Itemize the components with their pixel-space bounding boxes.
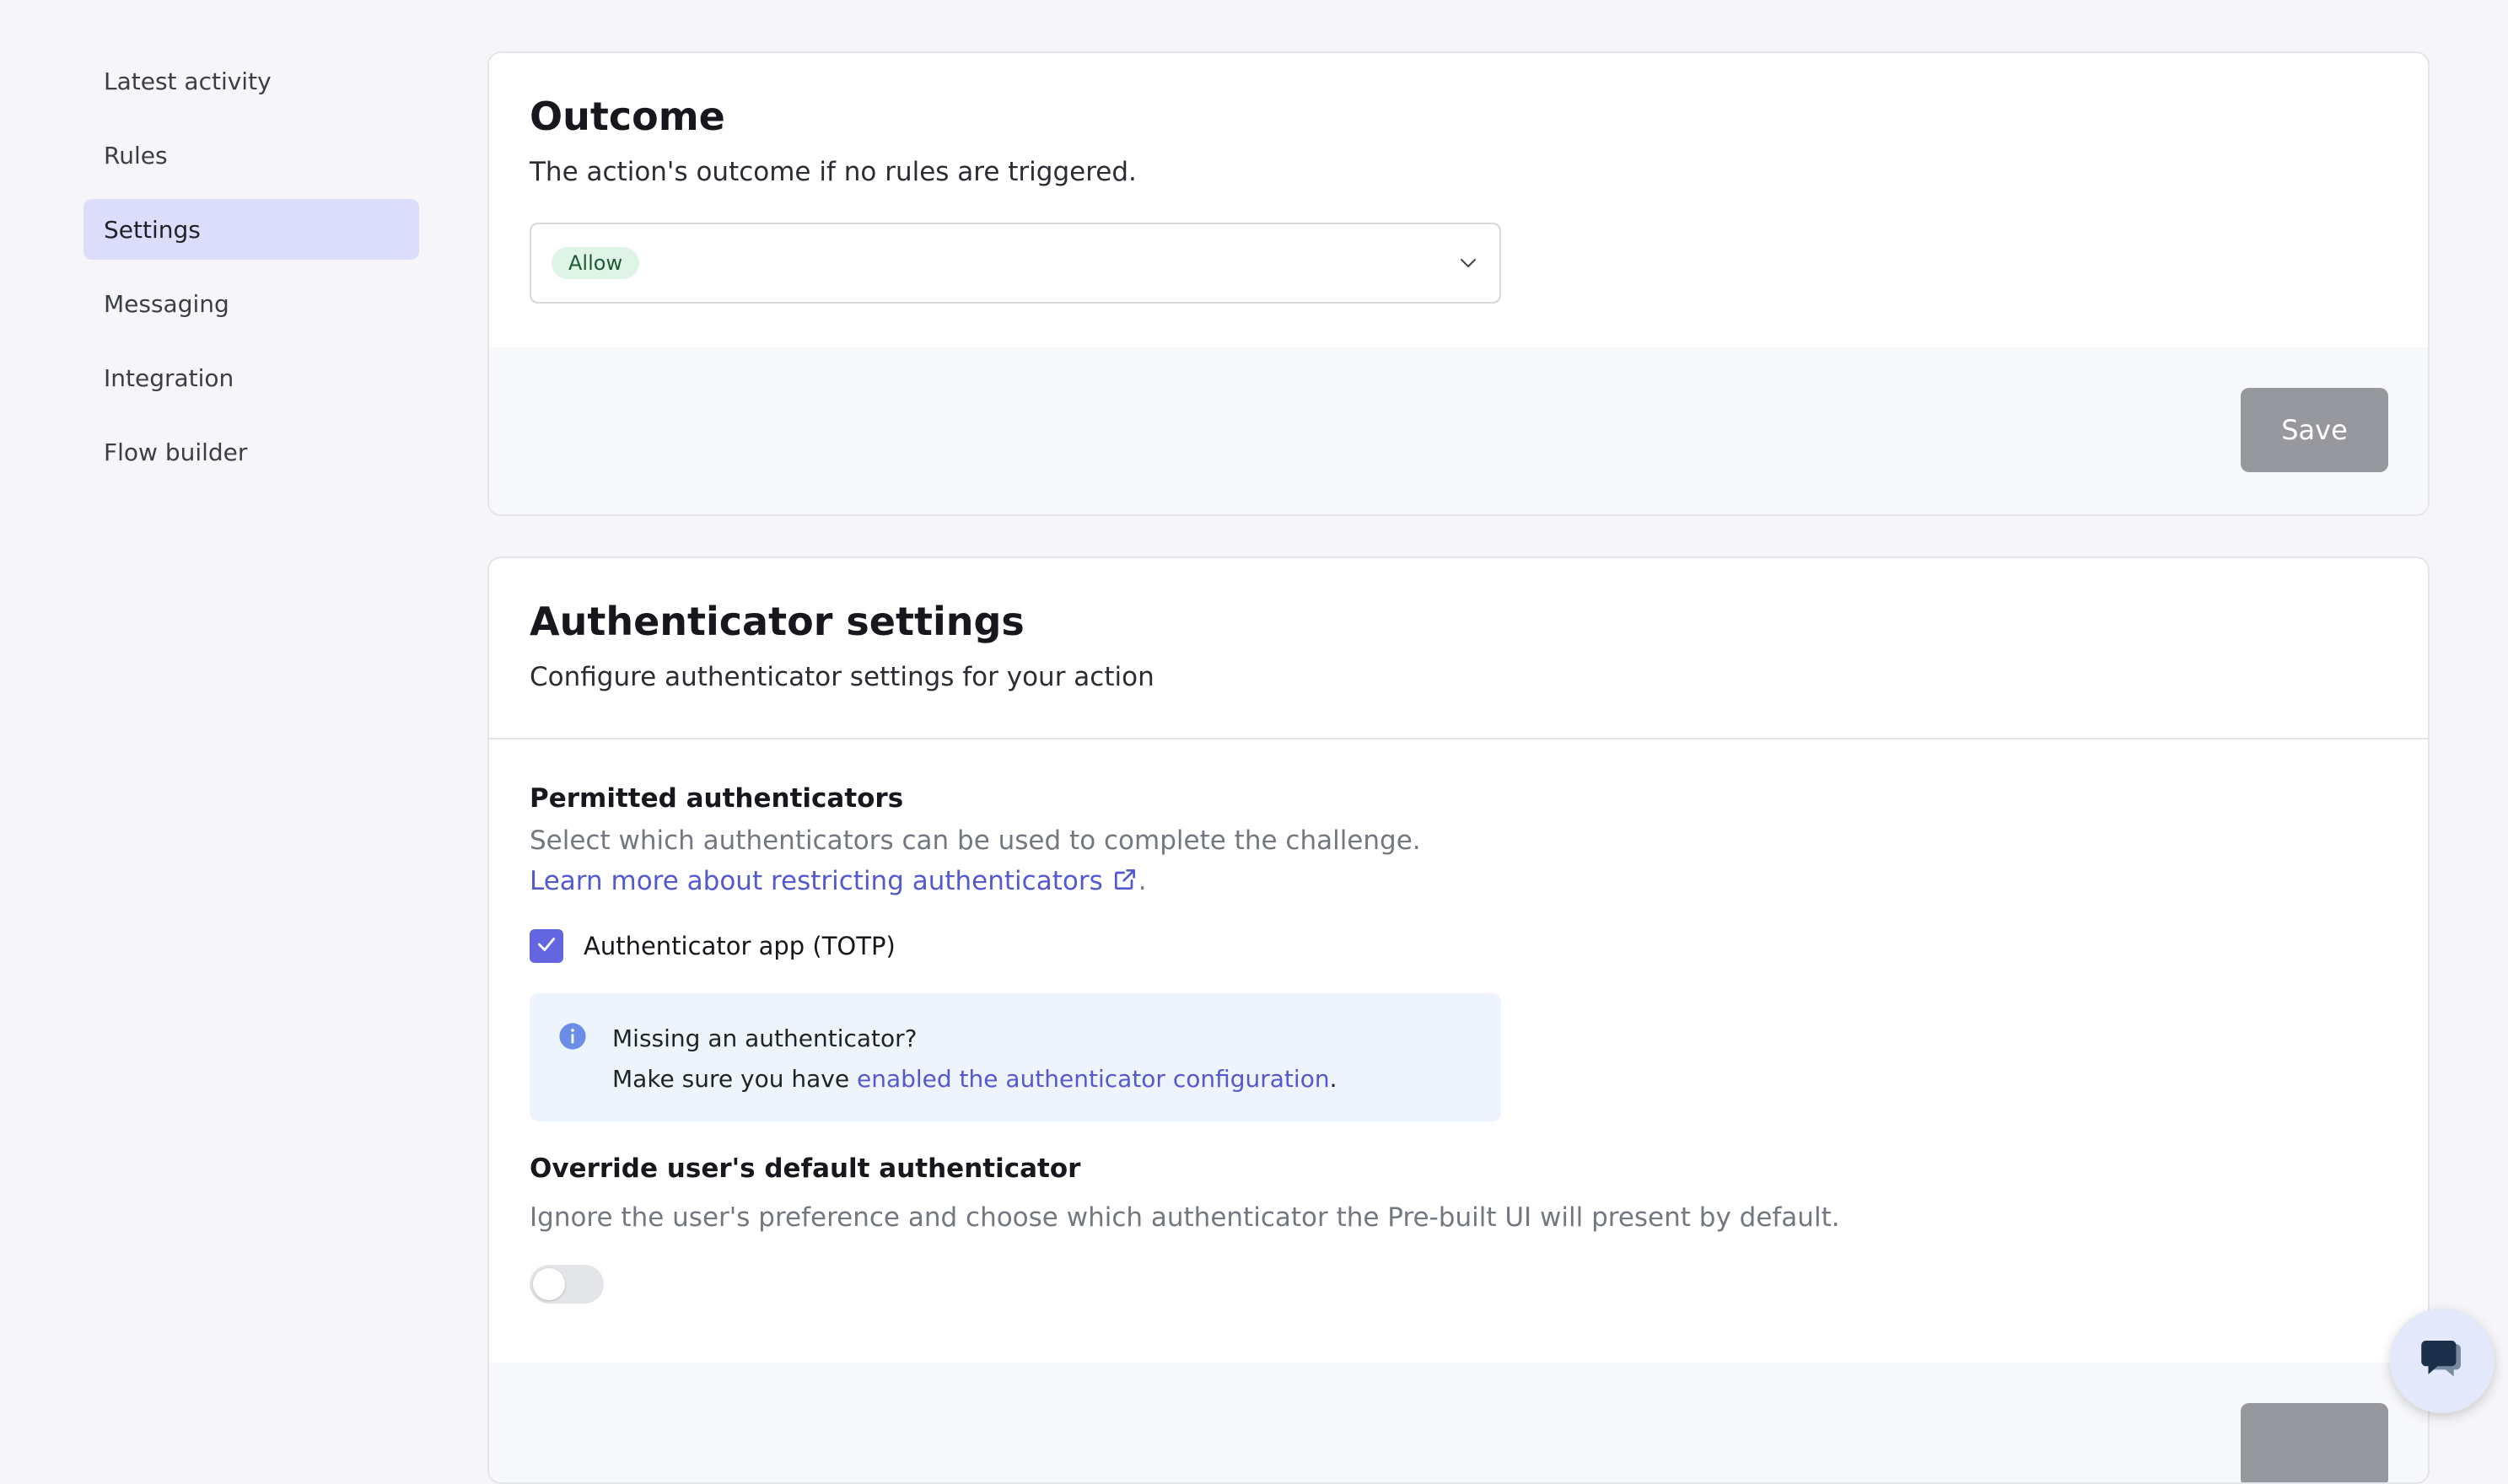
sidebar-item-latest-activity[interactable]: Latest activity xyxy=(83,51,419,111)
sidebar-item-messaging[interactable]: Messaging xyxy=(83,273,419,334)
sidebar-item-label: Messaging xyxy=(104,289,229,318)
sidebar-item-rules[interactable]: Rules xyxy=(83,125,419,186)
outcome-footer: Save xyxy=(489,347,2428,514)
missing-authenticator-callout: Missing an authenticator? Make sure you … xyxy=(530,993,1501,1122)
chat-launcher-button[interactable] xyxy=(2390,1309,2495,1413)
sidebar-item-integration[interactable]: Integration xyxy=(83,347,419,408)
external-link-icon xyxy=(1111,864,1138,905)
learn-more-suffix: . xyxy=(1138,866,1147,897)
learn-more-link[interactable]: Learn more about restricting authenticat… xyxy=(530,866,1138,896)
sidebar-item-label: Rules xyxy=(104,141,168,169)
check-icon xyxy=(536,933,557,959)
authenticator-header: Authenticator settings Configure authent… xyxy=(489,558,2428,740)
override-default-toggle[interactable] xyxy=(530,1265,604,1304)
toggle-knob xyxy=(533,1268,565,1301)
info-icon xyxy=(558,1022,587,1051)
learn-more-line: Learn more about restricting authenticat… xyxy=(530,861,2387,906)
override-default-description: Ignore the user's preference and choose … xyxy=(530,1202,1840,1234)
enabled-configuration-link[interactable]: enabled the authenticator configuration xyxy=(857,1065,1330,1093)
outcome-select[interactable]: Allow xyxy=(530,223,1501,304)
callout-body-prefix: Make sure you have xyxy=(612,1065,857,1094)
sidebar-item-label: Integration xyxy=(104,363,234,392)
sidebar-item-label: Settings xyxy=(104,215,201,244)
permitted-authenticators-description: Select which authenticators can be used … xyxy=(530,825,1421,857)
chevron-down-icon xyxy=(1456,250,1481,276)
outcome-card: Outcome The action's outcome if no rules… xyxy=(487,51,2430,516)
authenticator-settings-card: Authenticator settings Configure authent… xyxy=(487,556,2430,1484)
outcome-subtitle: The action's outcome if no rules are tri… xyxy=(530,157,1137,188)
outcome-title: Outcome xyxy=(530,94,725,139)
outcome-header: Outcome The action's outcome if no rules… xyxy=(489,53,2428,189)
chat-bubble-icon xyxy=(2414,1331,2470,1390)
totp-checkbox-row: Authenticator app (TOTP) xyxy=(530,929,2387,964)
callout-body-suffix: . xyxy=(1329,1065,1337,1094)
sidebar-item-flow-builder[interactable]: Flow builder xyxy=(83,422,419,482)
totp-checkbox[interactable] xyxy=(530,929,563,964)
sidebar-item-label: Latest activity xyxy=(104,67,272,95)
authenticator-title: Authenticator settings xyxy=(530,599,1025,644)
authenticator-save-button[interactable] xyxy=(2241,1403,2388,1482)
callout-title: Missing an authenticator? xyxy=(612,1024,918,1053)
authenticator-subtitle: Configure authenticator settings for you… xyxy=(530,662,1154,693)
override-default-title: Override user's default authenticator xyxy=(530,1153,1081,1185)
authenticator-body: Permitted authenticators Select which au… xyxy=(489,739,2428,1304)
learn-more-link-text: Learn more about restricting authenticat… xyxy=(530,866,1103,897)
sidebar-item-settings[interactable]: Settings xyxy=(83,199,419,260)
outcome-selected-badge: Allow xyxy=(552,247,640,280)
outcome-save-button[interactable]: Save xyxy=(2241,388,2388,472)
callout-text: Missing an authenticator? Make sure you … xyxy=(612,1019,1337,1100)
totp-checkbox-label: Authenticator app (TOTP) xyxy=(584,932,896,961)
permitted-authenticators-title: Permitted authenticators xyxy=(530,783,904,815)
sidebar-nav: Latest activity Rules Settings Messaging… xyxy=(83,51,419,496)
sidebar-item-label: Flow builder xyxy=(104,438,248,466)
authenticator-footer xyxy=(489,1363,2428,1482)
callout-body: Make sure you have enabled the authentic… xyxy=(612,1059,1337,1100)
